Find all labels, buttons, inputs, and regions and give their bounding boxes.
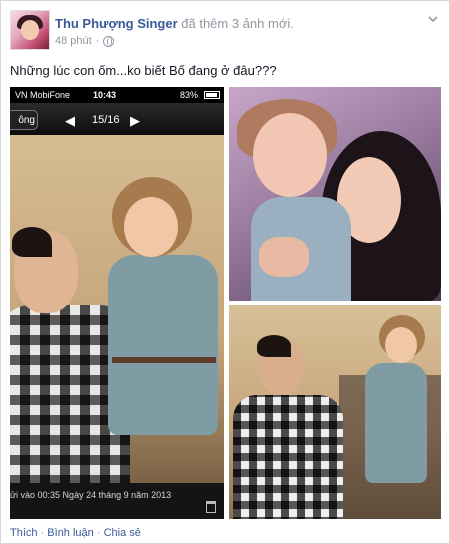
photo-caption: ửi vào 00:35 Ngày 24 tháng 9 năm 2013: [10, 490, 172, 500]
girl-body: [108, 255, 218, 435]
phone-status-bar: VN MobiFone 10:43 83%: [10, 87, 224, 103]
photo-counter: 15/16: [92, 114, 120, 126]
photo-grid: VN MobiFone 10:43 83% ông ◀ 15/16 ▶ ửi v…: [10, 87, 441, 519]
post-actions: Thích · Bình luận · Chia sẻ: [10, 527, 141, 539]
man-hair: [12, 227, 52, 257]
man-shirt-overlay: [233, 395, 343, 519]
author-avatar[interactable]: [10, 10, 50, 50]
carrier-label: VN MobiFone: [15, 90, 71, 100]
man-hair: [257, 335, 291, 357]
girl-face: [385, 327, 417, 363]
clock-label: 10:43: [93, 90, 117, 100]
post-card: Thu Phượng Singer đã thêm 3 ảnh mới. 48 …: [0, 0, 450, 544]
photo-2[interactable]: [229, 87, 441, 301]
post-timestamp[interactable]: 48 phút: [55, 35, 92, 47]
author-name-link[interactable]: Thu Phượng Singer: [55, 16, 178, 31]
like-link[interactable]: Thích: [10, 527, 38, 539]
photo-caption-bar: ửi vào 00:35 Ngày 24 tháng 9 năm 2013: [10, 483, 224, 519]
woman-hand: [259, 237, 309, 277]
chevron-down-icon[interactable]: [427, 13, 439, 25]
trash-icon: [206, 501, 216, 513]
girl-belt: [112, 357, 216, 363]
battery-percent: 83%: [179, 90, 198, 100]
comment-link[interactable]: Bình luận: [47, 527, 93, 539]
post-meta: 48 phút ·: [55, 35, 115, 47]
girl-face: [253, 113, 327, 197]
post-header: Thu Phượng Singer đã thêm 3 ảnh mới.: [55, 16, 294, 31]
prev-arrow-icon: ◀: [65, 113, 75, 128]
action-separator: ·: [93, 527, 104, 539]
photo-1-scene: [10, 135, 224, 483]
next-arrow-icon: ▶: [130, 113, 140, 128]
meta-separator: ·: [95, 35, 100, 47]
phone-nav-bar: ông ◀ 15/16 ▶: [10, 103, 224, 135]
girl-body: [365, 363, 427, 483]
post-text: Những lúc con ốm...ko biết Bố đang ở đâu…: [10, 63, 277, 78]
globe-icon[interactable]: [103, 35, 115, 47]
post-action-text: đã thêm 3 ảnh mới.: [177, 16, 294, 31]
photo-1[interactable]: VN MobiFone 10:43 83% ông ◀ 15/16 ▶ ửi v…: [10, 87, 224, 519]
battery-icon: [204, 91, 220, 99]
phone-back-button: ông: [10, 110, 38, 130]
avatar-face: [21, 20, 39, 40]
action-separator: ·: [37, 527, 48, 539]
photo-3[interactable]: [229, 305, 441, 519]
share-link[interactable]: Chia sẻ: [104, 527, 141, 539]
girl-face: [124, 197, 178, 257]
